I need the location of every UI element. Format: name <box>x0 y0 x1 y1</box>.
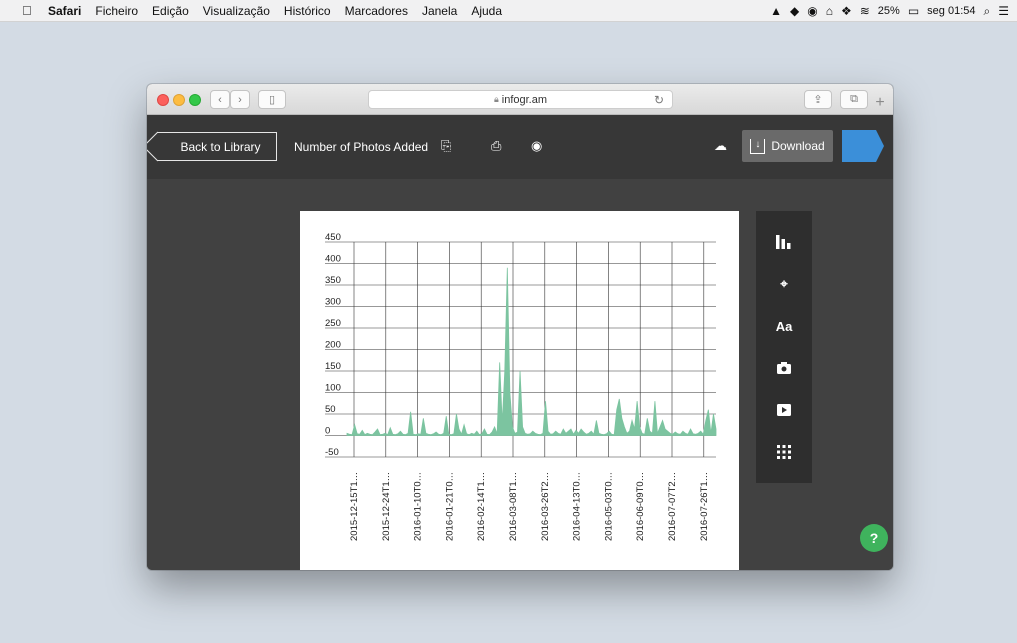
url-text: infogr.am <box>501 93 548 106</box>
menu-edicao[interactable]: Edição <box>152 4 189 18</box>
x-tick-label: 2016-07-26T1… <box>699 472 710 541</box>
y-tick-label: 150 <box>325 361 341 372</box>
x-tick-label: 2016-03-08T1… <box>508 472 519 541</box>
download-button[interactable]: ↓ Download <box>742 130 833 162</box>
tabs-overview-icon[interactable]: ⧉ <box>840 90 868 109</box>
y-tick-label: 450 <box>325 232 341 243</box>
area-series <box>346 267 717 436</box>
bar-chart-icon <box>776 235 791 249</box>
grid-apps-icon <box>777 445 791 459</box>
download-label: Download <box>771 139 825 153</box>
menu-app-safari[interactable]: Safari <box>48 4 81 18</box>
menubar:  Safari Ficheiro Edição Visualização Hi… <box>0 0 1017 22</box>
map-tool-button[interactable]: ⌖ <box>756 269 812 299</box>
play-video-icon <box>777 404 791 416</box>
notification-center-icon[interactable]: ☰ <box>998 4 1009 18</box>
menu-ajuda[interactable]: Ajuda <box>471 4 502 18</box>
x-tick-label: 2016-07-07T2… <box>667 472 678 541</box>
menu-janela[interactable]: Janela <box>422 4 457 18</box>
address-bar[interactable]: 🔒︎ infogr.am ↻ <box>368 90 673 109</box>
help-label: ? <box>869 530 879 546</box>
x-tick-label: 2015-12-15T1… <box>349 472 360 541</box>
airport-icon[interactable]: ⌂ <box>826 4 833 18</box>
x-tick-label: 2016-01-21T0… <box>444 472 455 541</box>
photo-tool-button[interactable] <box>756 353 812 383</box>
x-tick-label: 2016-04-13T0… <box>572 472 583 541</box>
x-tick-label: 2015-12-24T1… <box>381 472 392 541</box>
map-pin-icon: ⌖ <box>780 276 788 291</box>
spotlight-icon[interactable]: ⌕ <box>984 4 991 19</box>
safari-window: ‹ › ▯ 🔒︎ infogr.am ↻ ⇪ ⧉ + Back to Libra… <box>147 84 893 570</box>
area-chart: 450 400 350 300 250 200 150 100 50 0 -50 2015-12-15… <box>325 232 717 541</box>
back-to-library-label: Back to Library <box>180 139 261 154</box>
preview-eye-icon[interactable]: ◉ <box>531 138 542 154</box>
workspace: 450 400 350 300 250 200 150 100 50 0 -50 2015-12-15… <box>147 179 893 570</box>
y-tick-label: 300 <box>325 297 341 308</box>
y-tick-label: 400 <box>325 254 341 265</box>
app-header: Back to Library Number of Photos Added ⎘… <box>147 115 893 179</box>
close-window-button[interactable] <box>157 94 169 106</box>
tool-sidebar: ⌖ Aa <box>756 211 812 483</box>
y-tick-label: 100 <box>325 383 341 394</box>
menu-ficheiro[interactable]: Ficheiro <box>95 4 138 18</box>
download-icon: ↓ <box>750 138 766 154</box>
battery-percent: 25% <box>877 5 900 17</box>
chart-canvas[interactable]: 450 400 350 300 250 200 150 100 50 0 -50 2015-12-15… <box>300 211 739 570</box>
browser-toolbar: ‹ › ▯ 🔒︎ infogr.am ↻ ⇪ ⧉ + <box>147 84 893 115</box>
grammarly-icon[interactable]: ◉ <box>807 4 817 18</box>
project-title[interactable]: Number of Photos Added <box>294 140 428 154</box>
battery-icon[interactable]: ▭ <box>908 4 919 18</box>
y-tick-label: 50 <box>325 404 336 415</box>
text-tool-button[interactable]: Aa <box>756 311 812 341</box>
forward-nav-icon[interactable]: › <box>230 90 250 109</box>
video-tool-button[interactable] <box>756 395 812 425</box>
text-tool-label: Aa <box>775 318 793 334</box>
y-tick-label: -50 <box>325 447 339 458</box>
share-icon[interactable]: ⇪ <box>804 90 832 109</box>
lock-icon: 🔒︎ <box>493 94 499 104</box>
clipboard-icon[interactable]: ⎙ <box>491 138 501 154</box>
adobe-icon[interactable]: ▲ <box>770 4 782 18</box>
chart-tool-button[interactable] <box>756 227 812 257</box>
share-button[interactable] <box>842 130 884 162</box>
menu-visualizacao[interactable]: Visualização <box>203 4 270 18</box>
y-tick-label: 200 <box>325 340 341 351</box>
y-tick-label: 0 <box>325 426 330 437</box>
y-tick-label: 250 <box>325 318 341 329</box>
copy-icon[interactable]: ⎘ <box>441 138 451 154</box>
apple-menu-icon[interactable]:  <box>22 3 36 18</box>
clock[interactable]: seg 01:54 <box>927 5 975 17</box>
reload-icon[interactable]: ↻ <box>654 93 664 107</box>
menu-historico[interactable]: Histórico <box>284 4 331 18</box>
x-tick-label: 2016-02-14T1… <box>476 472 487 541</box>
new-tab-icon[interactable]: + <box>869 92 891 114</box>
y-tick-label: 350 <box>325 275 341 286</box>
wifi-icon[interactable]: ≋ <box>860 4 870 18</box>
help-button[interactable]: ? <box>860 524 888 552</box>
x-tick-label: 2016-03-26T2… <box>540 472 551 541</box>
camera-icon <box>777 362 791 374</box>
status-area: ▲ ◆ ◉ ⌂ ❖ ≋ 25% ▭ seg 01:54 ⌕ ☰ <box>770 0 1009 22</box>
menu-marcadores[interactable]: Marcadores <box>345 4 408 18</box>
x-tick-label: 2016-01-10T0… <box>413 472 424 541</box>
minimize-window-button[interactable] <box>173 94 185 106</box>
back-nav-icon[interactable]: ‹ <box>210 90 230 109</box>
evernote-icon[interactable]: ◆ <box>790 4 799 18</box>
dropbox-icon[interactable]: ❖ <box>841 4 852 18</box>
x-tick-label: 2016-06-09T0… <box>635 472 646 541</box>
back-to-library-button[interactable]: Back to Library <box>157 132 277 161</box>
apps-tool-button[interactable] <box>756 437 812 467</box>
zoom-window-button[interactable] <box>189 94 201 106</box>
x-tick-label: 2016-05-03T0… <box>603 472 614 541</box>
cloud-saved-icon: ☁ <box>714 138 727 153</box>
sidebar-toggle-icon[interactable]: ▯ <box>258 90 286 109</box>
